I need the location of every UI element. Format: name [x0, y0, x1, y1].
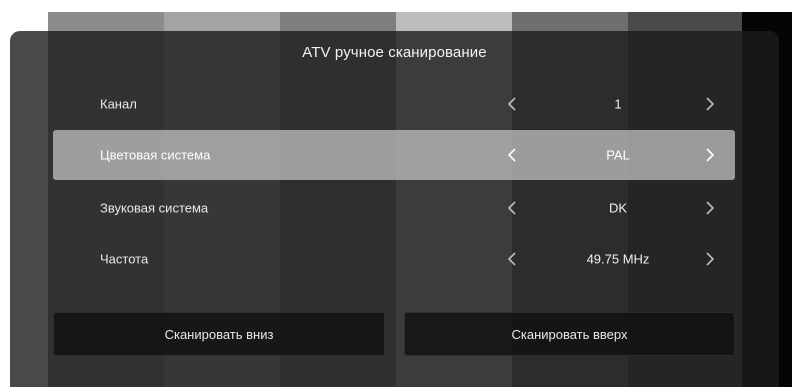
- scan-up-button[interactable]: Сканировать вверх: [404, 312, 735, 356]
- setting-row-channel[interactable]: Канал 1: [53, 79, 735, 129]
- chevron-right-icon[interactable]: [703, 199, 717, 217]
- setting-value-frequency: 49.75 MHz: [586, 251, 650, 267]
- chevron-left-icon[interactable]: [505, 146, 519, 164]
- setting-row-sound-system[interactable]: Звуковая система DK: [53, 183, 735, 233]
- setting-value-color-system: PAL: [606, 147, 630, 163]
- setting-label-frequency: Частота: [100, 251, 149, 267]
- scan-down-button[interactable]: Сканировать вниз: [53, 312, 385, 356]
- chevron-right-icon[interactable]: [703, 250, 717, 268]
- chevron-right-icon[interactable]: [703, 95, 717, 113]
- setting-label-color-system: Цветовая система: [100, 147, 211, 163]
- chevron-right-icon[interactable]: [703, 146, 717, 164]
- setting-value-channel: 1: [614, 96, 622, 112]
- setting-label-sound-system: Звуковая система: [100, 200, 209, 216]
- dialog-title: ATV ручное сканирование: [302, 44, 487, 61]
- setting-row-color-system[interactable]: Цветовая система PAL: [53, 130, 735, 180]
- atv-manual-scan-dialog: ATV ручное сканирование Канал 1 Цветовая…: [10, 31, 779, 387]
- setting-value-sound-system: DK: [608, 200, 628, 216]
- setting-row-frequency[interactable]: Частота 49.75 MHz: [53, 234, 735, 284]
- chevron-left-icon[interactable]: [505, 95, 519, 113]
- chevron-left-icon[interactable]: [505, 250, 519, 268]
- chevron-left-icon[interactable]: [505, 199, 519, 217]
- setting-label-channel: Канал: [100, 96, 137, 112]
